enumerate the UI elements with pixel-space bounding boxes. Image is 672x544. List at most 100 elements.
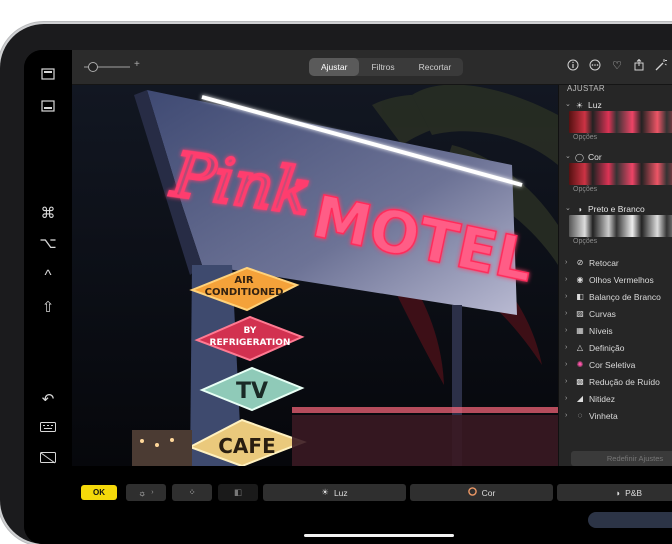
hide-keyboard-icon[interactable] <box>36 452 60 472</box>
keyboard-icon[interactable] <box>36 422 60 442</box>
item-label: Definição <box>589 343 625 353</box>
edit-mode-tabs: Ajustar Filtros Recortar <box>309 58 464 76</box>
section-cor-label: Cor <box>588 152 602 162</box>
command-icon[interactable]: ⌘ <box>36 204 60 224</box>
luz-options-link[interactable]: Opções <box>559 133 672 143</box>
motel-sign-photo: Pink MOTEL AIR CONDITIONED BY REFRIGERAT… <box>72 85 558 466</box>
zoom-slider[interactable] <box>84 62 130 72</box>
photos-editor: + Ajustar Filtros Recortar ♡ Pink MOTEL … <box>72 50 672 544</box>
zoom-plus-icon: + <box>134 59 140 70</box>
cor-filmstrip[interactable] <box>569 163 672 185</box>
control-icon[interactable]: ^ <box>36 266 60 286</box>
cor-options-link[interactable]: Opções <box>559 185 672 195</box>
item-label: Níveis <box>589 326 613 336</box>
screen: ⌘ ⌥ ^ ⇧ ↶ + Ajustar Filtros Recortar ♡ P… <box>24 50 672 544</box>
share-icon[interactable] <box>632 58 646 73</box>
item-label: Cor Seletiva <box>589 360 636 370</box>
section-cor-header[interactable]: ⌄ ◯ Cor ↶ <box>559 151 672 163</box>
tab-ajustar[interactable]: Ajustar <box>309 58 360 76</box>
pb-options-link[interactable]: Opções <box>559 237 672 247</box>
section-pb: ⌄ ◑ Preto e Branco ↶ Opções <box>559 203 672 247</box>
compare-icon: ◧ <box>233 487 243 497</box>
shift-icon[interactable]: ⇧ <box>36 298 60 318</box>
item-vinheta[interactable]: › ◌ Vinheta <box>559 408 672 424</box>
section-pb-header[interactable]: ⌄ ◑ Preto e Branco ↶ <box>559 203 672 215</box>
apple-pencil <box>588 512 672 528</box>
item-retocar[interactable]: › ⊘ Retocar <box>559 255 672 271</box>
item-label: Nitidez <box>589 394 615 404</box>
item-reducao-ruido[interactable]: › ▩ Redução de Ruído <box>559 374 672 390</box>
item-cor-seletiva[interactable]: › ✺ Cor Seletiva <box>559 357 672 373</box>
item-olhos-vermelhos[interactable]: › ◉ Olhos Vermelhos <box>559 272 672 288</box>
compare-button[interactable]: ◧ <box>218 484 258 501</box>
luz-button[interactable]: ☀ Luz <box>263 484 406 501</box>
sun-icon: ☀ <box>575 100 584 110</box>
undo-icon[interactable]: ↶ <box>36 390 60 410</box>
sun-icon: ☼ <box>138 487 147 498</box>
half-circle-icon: ◑ <box>614 487 621 498</box>
auto-light-button[interactable]: ☼ › <box>126 484 166 501</box>
chevron-right-icon: › <box>565 361 568 368</box>
chevron-right-icon: › <box>565 378 568 385</box>
chevron-right-icon: › <box>565 259 568 266</box>
levels-icon: ▦ <box>576 326 584 335</box>
pb-button[interactable]: ◑ P&B <box>557 484 672 501</box>
chevron-down-icon: ⌄ <box>565 205 571 212</box>
item-nitidez[interactable]: › ◢ Nitidez <box>559 391 672 407</box>
pb-button-label: P&B <box>625 487 643 498</box>
option-icon[interactable]: ⌥ <box>36 234 60 254</box>
luz-button-label: Luz <box>333 487 348 498</box>
reset-adjustments-button[interactable]: Redefinir Ajustes <box>571 451 672 466</box>
section-luz-header[interactable]: ⌄ ☀ Luz ↶ <box>559 99 672 111</box>
item-definicao[interactable]: › △ Definição <box>559 340 672 356</box>
item-label: Olhos Vermelhos <box>589 275 654 285</box>
chevron-right-icon: › <box>565 293 568 300</box>
ok-button[interactable]: OK <box>81 485 117 500</box>
section-luz-label: Luz <box>588 100 602 110</box>
half-circle-icon: ◑ <box>577 204 582 214</box>
sharpness-icon: ◢ <box>576 394 584 403</box>
info-icon[interactable] <box>566 59 580 73</box>
magic-wand-icon: ⁘ <box>188 487 196 497</box>
curves-icon: ▨ <box>576 309 584 318</box>
selective-color-icon: ✺ <box>576 360 584 369</box>
dock-bottom-icon[interactable] <box>36 100 60 120</box>
tab-recortar[interactable]: Recortar <box>407 58 464 76</box>
cor-button[interactable]: Cor <box>410 484 553 501</box>
zoom-slider-knob[interactable] <box>88 62 98 72</box>
touch-bar: OK ☼ › ⁘ ◧ ☀ Luz Cor ◑ P&B <box>72 466 672 544</box>
chevron-right-icon: › <box>565 310 568 317</box>
chevron-right-icon: › <box>565 395 568 402</box>
ipad-frame: ⌘ ⌥ ^ ⇧ ↶ + Ajustar Filtros Recortar ♡ P… <box>0 24 672 544</box>
more-icon[interactable] <box>588 59 602 73</box>
photo-canvas[interactable]: Pink MOTEL AIR CONDITIONED BY REFRIGERAT… <box>72 85 558 466</box>
chevron-down-icon: ⌄ <box>565 101 571 108</box>
home-indicator[interactable] <box>304 534 454 537</box>
item-label: Balanço de Branco <box>589 292 661 302</box>
favorite-heart-icon[interactable]: ♡ <box>610 59 624 73</box>
item-label: Curvas <box>589 309 616 319</box>
noise-icon: ▩ <box>576 377 584 386</box>
diamond-by: BY <box>244 326 257 336</box>
chevron-right-icon: › <box>151 489 154 496</box>
item-niveis[interactable]: › ▦ Níveis <box>559 323 672 339</box>
sun-icon: ☀ <box>321 487 329 497</box>
chevron-right-icon: › <box>565 276 568 283</box>
luz-filmstrip[interactable] <box>569 111 672 133</box>
bandage-icon: ⊘ <box>576 258 584 267</box>
item-curvas[interactable]: › ▨ Curvas <box>559 306 672 322</box>
diamond-cafe: CAFE <box>218 434 275 458</box>
chevron-down-icon: ⌄ <box>565 153 571 160</box>
definition-icon: △ <box>576 343 584 352</box>
magic-wand-button[interactable]: ⁘ <box>172 484 212 501</box>
adjust-panel: AJUSTAR ⌄ ☀ Luz ↶ Opções ⌄ ◯ Cor <box>558 84 672 466</box>
cor-button-label: Cor <box>481 487 496 498</box>
dock-top-icon[interactable] <box>36 68 60 88</box>
chevron-right-icon: › <box>565 344 568 351</box>
magic-wand-icon[interactable] <box>654 59 668 73</box>
item-balanco-branco[interactable]: › ◧ Balanço de Branco <box>559 289 672 305</box>
chevron-right-icon: › <box>565 412 568 419</box>
color-circle-icon: ◯ <box>575 152 584 162</box>
pb-filmstrip[interactable] <box>569 215 672 237</box>
tab-filtros[interactable]: Filtros <box>359 58 406 76</box>
